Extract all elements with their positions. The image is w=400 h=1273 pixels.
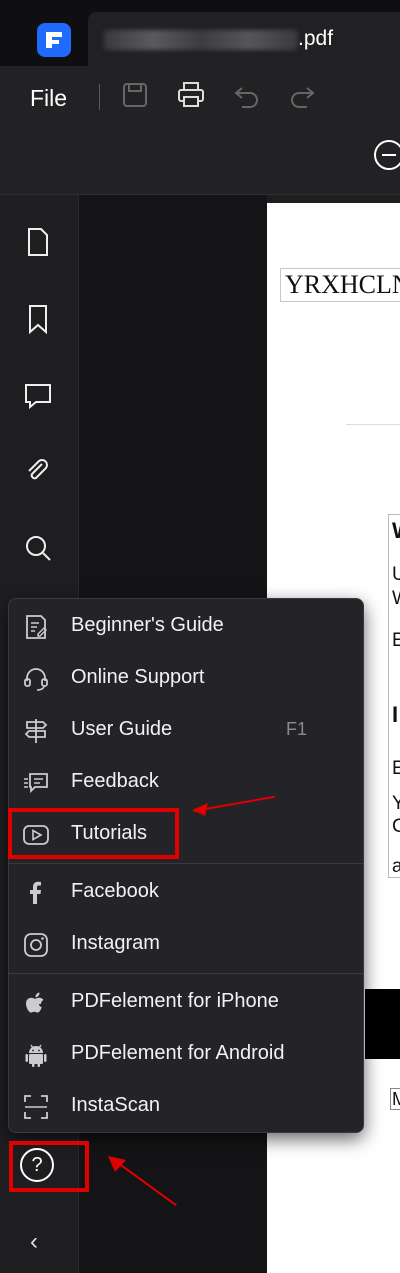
facebook-icon (30, 881, 41, 904)
menu-item-label: Beginner's Guide (71, 614, 224, 636)
apple-icon (26, 992, 44, 1013)
menu-item-label: Facebook (71, 880, 159, 902)
doc-letter: U (392, 564, 400, 585)
menu-item-label: InstaScan (71, 1094, 160, 1116)
doc-letter: E (392, 758, 400, 779)
menu-item-beginners-guide[interactable]: Beginner's Guide (9, 601, 363, 653)
page-rule (346, 424, 400, 425)
feedback-icon (24, 773, 48, 794)
doc-letter: a (392, 856, 400, 877)
menu-item-instascan[interactable]: InstaScan (9, 1081, 363, 1133)
tab-title: .pdf (298, 27, 334, 50)
signpost-icon (24, 719, 48, 743)
attachment-icon[interactable] (22, 455, 54, 487)
menu-item-user-guide[interactable]: User Guide F1 (9, 705, 363, 757)
app-logo-icon[interactable] (37, 23, 71, 57)
print-icon[interactable] (176, 80, 206, 110)
menu-item-label: Feedback (71, 770, 159, 792)
doc-small-box: M (390, 1088, 400, 1110)
annotation-arrowhead (108, 1156, 126, 1172)
menu-item-pdfelement-android[interactable]: PDFelement for Android (9, 1029, 363, 1081)
comment-icon[interactable] (22, 380, 54, 412)
help-button-highlight-box (9, 1141, 89, 1192)
doc-letter: W (392, 588, 400, 610)
file-menu-button[interactable]: File (30, 85, 67, 112)
menu-item-label: Online Support (71, 666, 205, 688)
toolbar-divider (99, 84, 100, 110)
collapse-sidebar-button[interactable]: ‹ (30, 1228, 38, 1256)
black-band (365, 989, 400, 1059)
menu-item-label: PDFelement for Android (71, 1042, 285, 1064)
thumbnail-page-icon[interactable] (22, 226, 54, 258)
search-icon[interactable] (22, 532, 54, 564)
android-icon (25, 1044, 47, 1067)
tab-title-redacted (104, 30, 298, 50)
redo-icon[interactable] (287, 80, 317, 110)
menu-item-label: Instagram (71, 932, 160, 954)
undo-icon[interactable] (232, 80, 262, 110)
doc-letter: Y (392, 793, 400, 814)
menu-item-label: PDFelement for iPhone (71, 990, 279, 1012)
doc-letter: C (392, 816, 400, 837)
document-header-text: YRXHCLN (280, 268, 400, 302)
menu-item-label: User Guide (71, 718, 173, 740)
tutorials-highlight-box (8, 808, 179, 859)
scan-icon (24, 1095, 48, 1119)
menu-divider (9, 973, 363, 974)
zoom-out-icon[interactable] (374, 140, 400, 170)
menu-item-instagram[interactable]: Instagram (9, 919, 363, 971)
menu-item-online-support[interactable]: Online Support (9, 653, 363, 705)
shortcut-hint: F1 (285, 719, 307, 739)
instagram-icon (24, 933, 48, 957)
bookmark-icon[interactable] (22, 303, 54, 335)
menu-item-pdfelement-iphone[interactable]: PDFelement for iPhone (9, 977, 363, 1029)
menu-item-facebook[interactable]: Facebook (9, 867, 363, 919)
doc-letter: W (392, 518, 400, 544)
doc-letter: E (392, 630, 400, 651)
secondary-toolbar (0, 128, 400, 195)
guide-icon (26, 615, 47, 639)
headset-icon (24, 668, 48, 691)
save-icon[interactable] (120, 80, 150, 110)
menu-divider (9, 863, 363, 864)
menu-item-feedback[interactable]: Feedback (9, 757, 363, 809)
help-menu: Beginner's Guide Online Support User Gui… (8, 598, 364, 1133)
doc-letter: I (392, 702, 399, 727)
annotation-arrowhead (192, 803, 208, 816)
